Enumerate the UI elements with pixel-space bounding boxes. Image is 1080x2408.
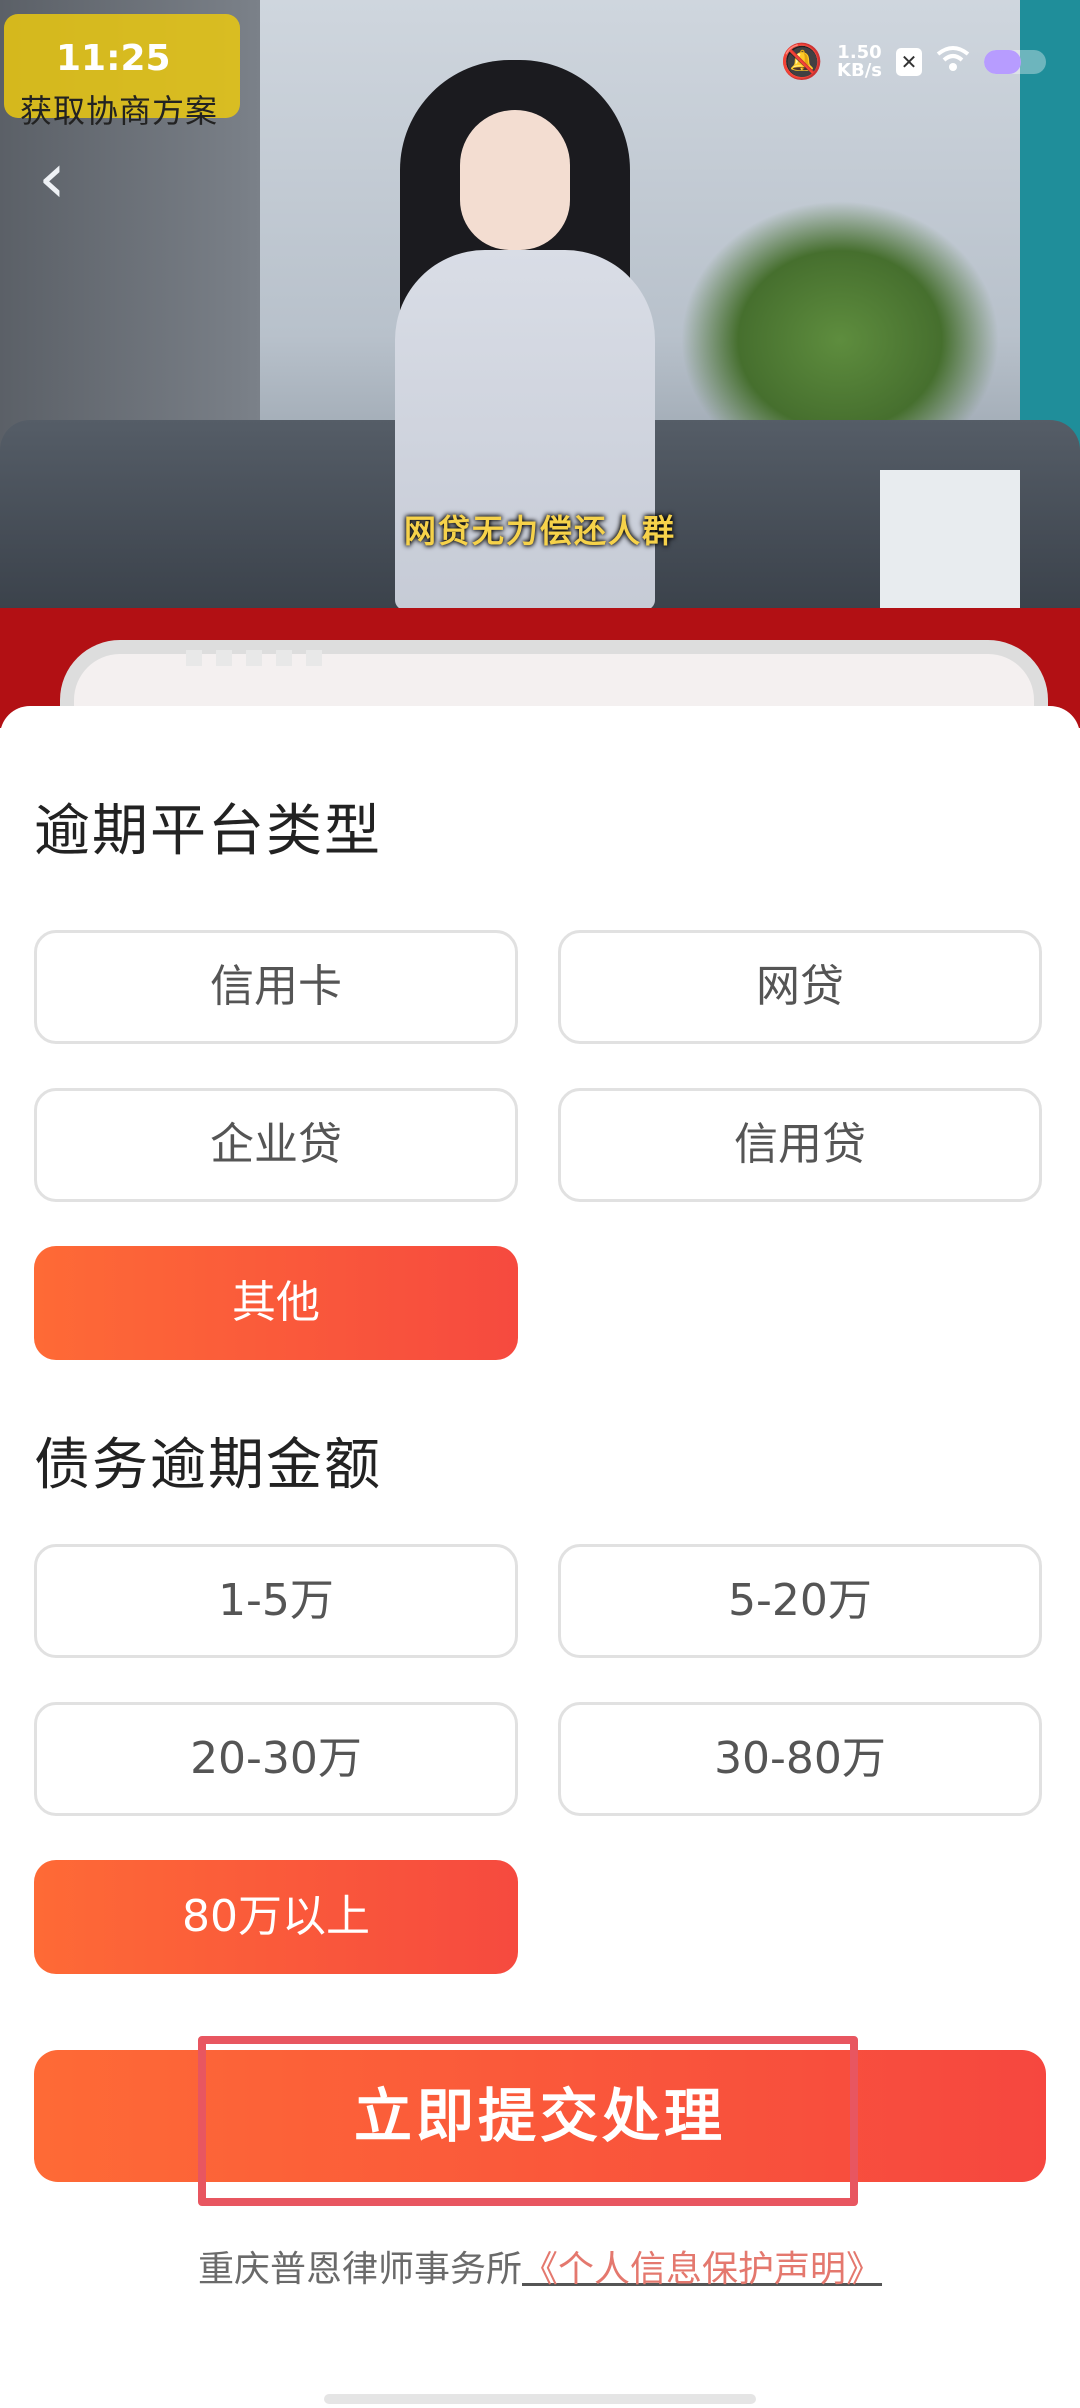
debt-amount-title: 债务逾期金额 bbox=[34, 1433, 382, 1498]
video-subtitle: 网贷无力偿还人群 bbox=[403, 512, 676, 550]
status-bar: 11:25 🔕 1.50 KB/s ✕ bbox=[0, 0, 1080, 120]
net-speed: 1.50 KB/s bbox=[837, 44, 882, 80]
law-firm-name: 重庆普恩律师事务所 bbox=[197, 2249, 522, 2290]
submit-highlight-box bbox=[198, 2036, 858, 2206]
amount-option-80w-plus-selected[interactable]: 80万以上 bbox=[34, 1860, 518, 1974]
video-presenter-face bbox=[460, 110, 570, 250]
platform-option-business-loan[interactable]: 企业贷 bbox=[34, 1088, 518, 1202]
video-presenter-body bbox=[395, 250, 655, 610]
platform-option-online-loan[interactable]: 网贷 bbox=[558, 930, 1042, 1044]
platform-option-other-selected[interactable]: 其他 bbox=[34, 1246, 518, 1360]
wifi-icon bbox=[936, 44, 970, 80]
platform-option-credit-card[interactable]: 信用卡 bbox=[34, 930, 518, 1044]
battery-icon bbox=[984, 50, 1046, 74]
privacy-policy-link[interactable]: 《个人信息保护声明》 bbox=[522, 2249, 882, 2290]
amount-option-1-5w[interactable]: 1-5万 bbox=[34, 1544, 518, 1658]
mute-bell-icon: 🔕 bbox=[780, 42, 824, 82]
home-indicator[interactable] bbox=[324, 2394, 756, 2404]
platform-option-credit-loan[interactable]: 信用贷 bbox=[558, 1088, 1042, 1202]
footer: 重庆普恩律师事务所《个人信息保护声明》 bbox=[0, 2240, 1080, 2292]
status-icons: 🔕 1.50 KB/s ✕ bbox=[781, 42, 1046, 82]
amount-option-30-80w[interactable]: 30-80万 bbox=[558, 1702, 1042, 1816]
platform-type-title: 逾期平台类型 bbox=[34, 799, 382, 864]
amount-option-20-30w[interactable]: 20-30万 bbox=[34, 1702, 518, 1816]
back-chevron-icon[interactable]: ‹ bbox=[38, 143, 94, 213]
status-time: 11:25 bbox=[56, 38, 171, 79]
battery-level-fill bbox=[984, 50, 1022, 74]
banner-dots bbox=[186, 650, 322, 666]
x-app-icon: ✕ bbox=[896, 48, 922, 76]
net-speed-unit: KB/s bbox=[837, 60, 882, 81]
amount-option-5-20w[interactable]: 5-20万 bbox=[558, 1544, 1042, 1658]
